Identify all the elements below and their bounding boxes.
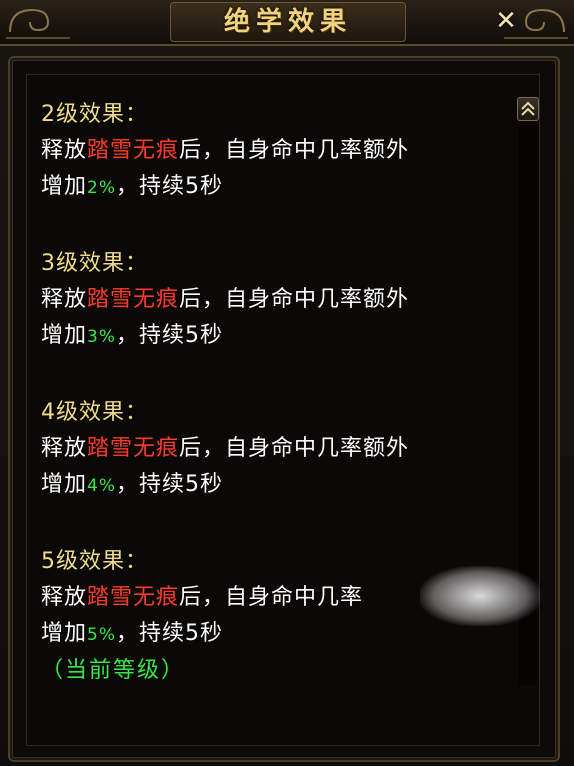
effect-level-heading: 2级效果： [41,102,148,127]
effect-description-line2: 增加4%，持续5秒 [41,467,501,504]
effects-list: 2级效果： 释放踏雪无痕后，自身命中几率额外 增加2%，持续5秒 3级效果： 释… [41,97,501,689]
text-suffix: 后，自身命中几率额外 [179,436,410,461]
title-plaque: 绝学效果 [170,2,406,42]
skill-name: 踏雪无痕 [87,138,180,163]
corner-ornament-icon [504,8,568,39]
text-prefix: 增加 [41,323,88,348]
title-bar: 绝学效果 ✕ [0,0,574,46]
skill-name: 踏雪无痕 [87,287,180,312]
text-prefix: 释放 [41,287,88,312]
effect-level-5: 5级效果： 释放踏雪无痕后，自身命中几率 增加5%，持续5秒 （当前等级） [41,544,501,689]
effect-percent: 2% [87,178,116,198]
text-prefix: 释放 [41,585,88,610]
skill-name: 踏雪无痕 [87,585,180,610]
effect-description-line1: 释放踏雪无痕后，自身命中几率额外 [41,133,501,169]
effect-level-heading: 3级效果： [41,251,148,276]
text-suffix: ，持续5秒 [116,621,223,646]
skill-effect-window: 绝学效果 ✕ 2级效果： 释放踏雪无痕后，自身命中几率额外 增加2%，持续5秒 … [0,0,574,766]
scrollbar-track[interactable] [519,125,537,685]
text-prefix: 增加 [41,472,88,497]
text-prefix: 释放 [41,138,88,163]
text-suffix: 后，自身命中几率额外 [179,287,410,312]
effect-percent: 4% [87,476,116,496]
effect-description-line2: 增加5%，持续5秒 [41,616,501,653]
text-prefix: 增加 [41,174,88,199]
corner-ornament-icon [6,8,70,39]
effect-level-heading: 4级效果： [41,400,148,425]
text-suffix: 后，自身命中几率 [179,585,364,610]
effect-level-2: 2级效果： 释放踏雪无痕后，自身命中几率额外 增加2%，持续5秒 [41,97,501,206]
effect-percent: 5% [87,625,116,645]
effect-description-line1: 释放踏雪无痕后，自身命中几率额外 [41,282,501,318]
current-level-tag: （当前等级） [41,658,186,683]
effect-description-line2: 增加3%，持续5秒 [41,318,501,355]
effect-level-heading: 5级效果： [41,549,148,574]
effect-description-line1: 释放踏雪无痕后，自身命中几率 [41,580,501,616]
content-frame: 2级效果： 释放踏雪无痕后，自身命中几率额外 增加2%，持续5秒 3级效果： 释… [8,56,560,762]
scroll-up-button[interactable] [517,97,539,121]
effect-description-line2: 增加2%，持续5秒 [41,169,501,206]
skill-name: 踏雪无痕 [87,436,180,461]
text-prefix: 增加 [41,621,88,646]
window-title: 绝学效果 [223,7,352,37]
text-suffix: ，持续5秒 [116,472,223,497]
effect-level-4: 4级效果： 释放踏雪无痕后，自身命中几率额外 增加4%，持续5秒 [41,395,501,504]
effects-panel: 2级效果： 释放踏雪无痕后，自身命中几率额外 增加2%，持续5秒 3级效果： 释… [26,74,540,746]
effect-percent: 3% [87,327,116,347]
text-suffix: ，持续5秒 [116,323,223,348]
text-suffix: ，持续5秒 [116,174,223,199]
double-chevron-up-icon[interactable] [518,98,538,120]
effect-level-3: 3级效果： 释放踏雪无痕后，自身命中几率额外 增加3%，持续5秒 [41,246,501,355]
text-prefix: 释放 [41,436,88,461]
text-suffix: 后，自身命中几率额外 [179,138,410,163]
effect-description-line1: 释放踏雪无痕后，自身命中几率额外 [41,431,501,467]
